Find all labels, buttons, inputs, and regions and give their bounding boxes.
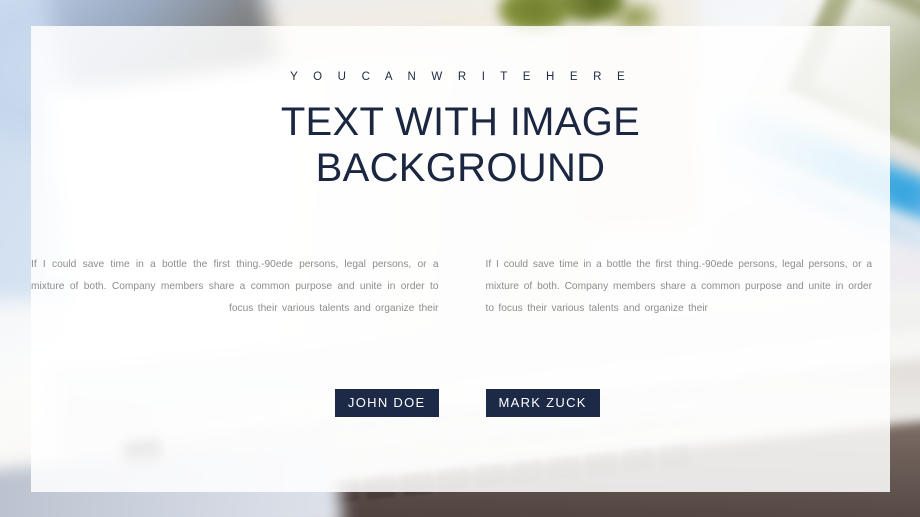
john-doe-button[interactable]: JOHN DOE xyxy=(334,389,439,417)
page-title: TEXT WITH IMAGE BACKGROUND xyxy=(31,99,890,191)
columns-wrapper: If I could save time in a bottle the fir… xyxy=(31,254,890,320)
slide-canvas: Y O U C A N W R I T E H E R E TEXT WITH … xyxy=(0,0,920,517)
body-paragraph-left: If I could save time in a bottle the fir… xyxy=(31,259,439,314)
body-paragraph-right: If I could save time in a bottle the fir… xyxy=(485,259,873,314)
button-row: JOHN DOE MARK ZUCK xyxy=(31,389,890,417)
button-cell-left: JOHN DOE xyxy=(31,389,461,417)
slide-content: Y O U C A N W R I T E H E R E TEXT WITH … xyxy=(31,26,890,492)
mark-zuck-button[interactable]: MARK ZUCK xyxy=(485,389,600,417)
button-cell-right: MARK ZUCK xyxy=(461,389,891,417)
slide-eyebrow: Y O U C A N W R I T E H E R E xyxy=(290,71,631,83)
column-left: If I could save time in a bottle the fir… xyxy=(31,254,461,320)
column-right: If I could save time in a bottle the fir… xyxy=(461,254,891,320)
title-line-2: BACKGROUND xyxy=(315,146,606,190)
title-line-1: TEXT WITH IMAGE xyxy=(280,100,641,144)
